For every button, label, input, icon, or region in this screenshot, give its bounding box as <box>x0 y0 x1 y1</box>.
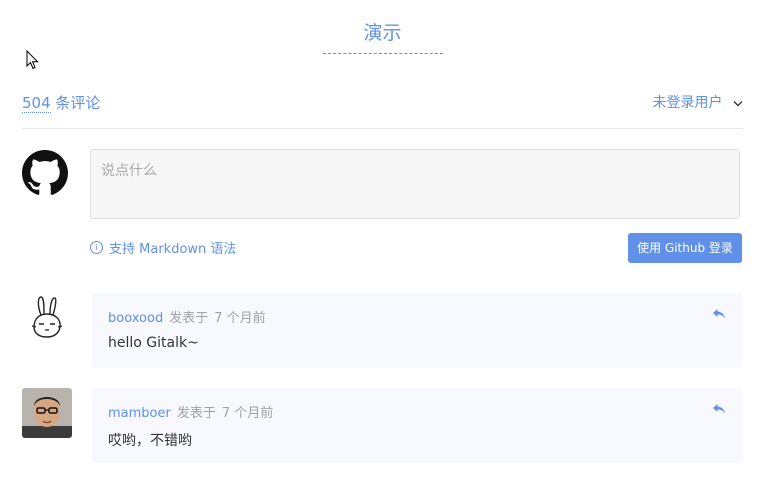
markdown-help-link[interactable]: i 支持 Markdown 语法 <box>90 238 236 257</box>
comment-card: mamboer 发表于 7 个月前 哎哟，不错哟 <box>92 388 742 463</box>
comment-meta: booxood 发表于 7 个月前 <box>108 307 266 326</box>
user-photo-avatar-icon <box>22 388 72 438</box>
info-icon: i <box>90 241 103 254</box>
comment-author[interactable]: mamboer <box>108 406 171 421</box>
chevron-down-icon <box>733 101 743 107</box>
markdown-help-label: 支持 Markdown 语法 <box>109 242 237 257</box>
comment-time[interactable]: 7 个月前 <box>214 311 265 326</box>
comment-input[interactable]: 说点什么 <box>90 149 740 219</box>
comment-author[interactable]: booxood <box>108 311 163 326</box>
comment-input-placeholder: 说点什么 <box>101 163 157 179</box>
comment-body: 哎哟，不错哟 <box>108 433 192 449</box>
user-menu-label: 未登录用户 <box>652 95 723 111</box>
github-login-button[interactable]: 使用 Github 登录 <box>628 233 742 263</box>
avatar[interactable] <box>22 388 72 438</box>
comment-posted-label: 发表于 <box>169 311 209 326</box>
comment-count-suffix: 条评论 <box>55 94 101 112</box>
avatar[interactable] <box>22 293 72 343</box>
reply-icon[interactable] <box>712 307 726 321</box>
comment-time[interactable]: 7 个月前 <box>222 406 273 421</box>
comment-body: hello Gitalk~ <box>108 335 199 351</box>
comment-count: 504 <box>22 94 51 113</box>
page-title: 演示 <box>363 22 402 44</box>
github-logo-icon <box>22 150 68 195</box>
header-divider <box>22 128 743 129</box>
title-underline <box>323 53 443 54</box>
comments-header: 504 条评论 未登录用户 <box>22 92 743 114</box>
user-menu[interactable]: 未登录用户 <box>653 92 743 112</box>
comment-count-link[interactable]: 504 条评论 <box>22 94 100 113</box>
mouse-cursor-icon <box>26 50 39 70</box>
comment-card: booxood 发表于 7 个月前 hello Gitalk~ <box>92 293 742 368</box>
comment-meta: mamboer 发表于 7 个月前 <box>108 402 273 421</box>
comment-posted-label: 发表于 <box>176 406 216 421</box>
reply-icon[interactable] <box>712 402 726 416</box>
rabbit-avatar-icon <box>22 293 72 343</box>
